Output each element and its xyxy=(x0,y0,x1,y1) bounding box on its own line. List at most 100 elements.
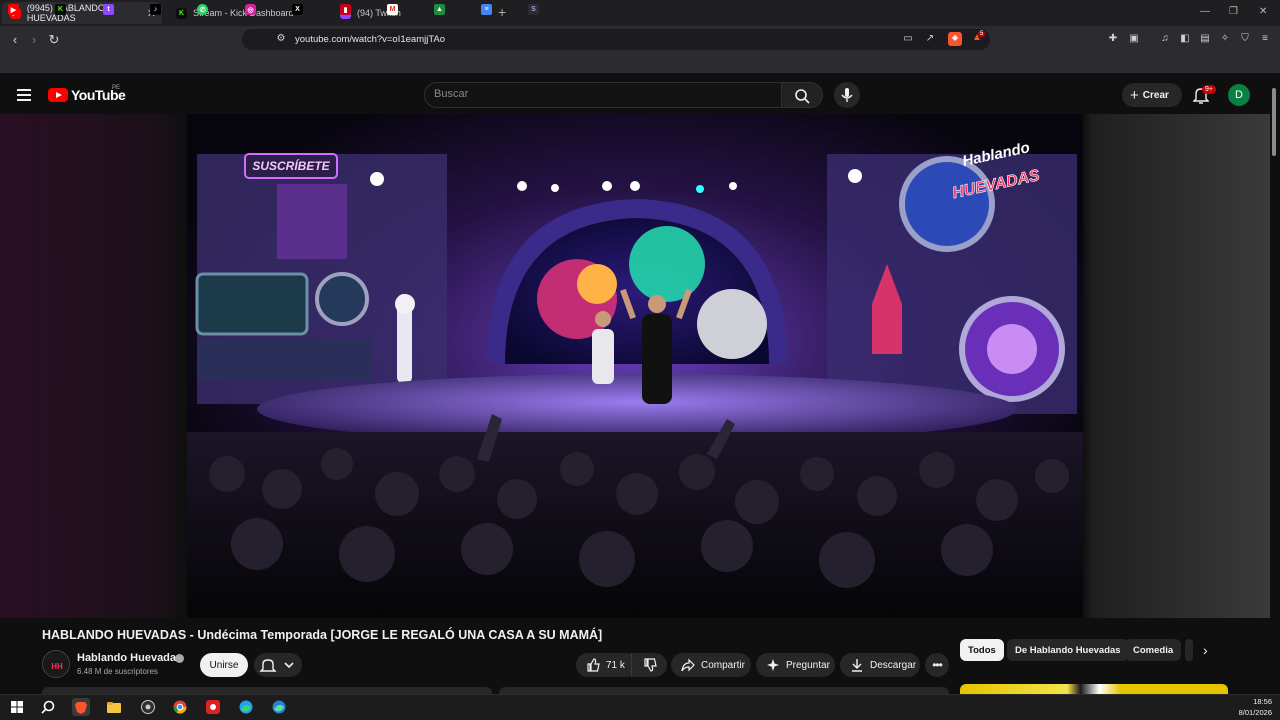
reload-icon[interactable]: ↻ xyxy=(47,33,61,47)
ask-label: Preguntar xyxy=(786,659,830,671)
red-app-icon[interactable]: ▮ xyxy=(340,4,351,15)
sidebar-icon[interactable]: ◧ xyxy=(1179,33,1191,45)
leo-ai-icon[interactable]: ✧ xyxy=(1219,33,1231,45)
gmail-icon[interactable]: M xyxy=(387,4,398,15)
svg-text:HH: HH xyxy=(51,662,63,671)
file-explorer-icon[interactable] xyxy=(105,698,123,716)
share-label: Compartir xyxy=(701,659,745,671)
plus-icon: + xyxy=(1130,86,1139,104)
drive-icon[interactable]: ▲ xyxy=(434,4,445,15)
youtube-icon[interactable]: ▶ xyxy=(8,4,19,15)
tab-title: (9945) HABLANDO HUEVADAS xyxy=(26,3,105,23)
verified-icon xyxy=(175,654,184,663)
like-count: 71 k xyxy=(606,659,625,671)
search-input[interactable] xyxy=(424,82,782,108)
youtube-play-icon xyxy=(48,88,68,102)
clock-time: 18:56 xyxy=(1253,697,1272,706)
search-icon xyxy=(795,89,810,104)
menu-icon[interactable]: ≡ xyxy=(1259,33,1271,45)
ask-button[interactable]: Preguntar xyxy=(756,653,835,677)
chrome-icon[interactable] xyxy=(171,698,189,716)
site-info-icon[interactable]: ⚙ xyxy=(275,33,287,45)
media-icon[interactable]: ♫ xyxy=(1159,33,1171,45)
window-close-icon[interactable]: ✕ xyxy=(1259,6,1267,17)
subscription-notifications-button[interactable] xyxy=(254,653,302,677)
brave-taskbar-icon[interactable] xyxy=(72,698,90,716)
bookmarks-bar xyxy=(0,54,1280,74)
wallet-icon[interactable]: ▤ xyxy=(1199,33,1211,45)
system-clock[interactable]: 18:56 8/01/2026 xyxy=(1238,696,1272,718)
channel-avatar[interactable]: HH xyxy=(42,650,70,678)
s-app-icon[interactable]: S xyxy=(528,4,539,15)
taskbar-search-icon[interactable] xyxy=(39,698,57,716)
create-button[interactable]: + Crear xyxy=(1122,83,1182,107)
red-app-taskbar-icon[interactable] xyxy=(204,698,222,716)
dislike-button[interactable] xyxy=(631,653,667,677)
chip-comedy[interactable]: Comedia xyxy=(1125,639,1182,661)
twitch-icon[interactable]: t xyxy=(103,4,114,15)
subscriber-count: 6.48 M de suscriptores xyxy=(77,667,158,676)
tab-twitch[interactable]: t (94) Twitch xyxy=(332,2,492,24)
stage-scene-image: SUSCRÍBETE Hablando HUEVADAS xyxy=(187,114,1083,618)
channel-logo-icon: HH xyxy=(43,651,69,677)
bell-icon xyxy=(259,659,294,672)
tab-title: Stream - Kick Dashboard xyxy=(193,8,294,18)
search-button[interactable] xyxy=(781,82,823,108)
download-icon xyxy=(852,659,862,672)
create-label: Crear xyxy=(1142,89,1169,101)
channel-name[interactable]: Hablando Huevadas xyxy=(77,652,182,664)
edge-icon[interactable] xyxy=(237,698,255,716)
account-avatar[interactable]: D xyxy=(1228,84,1250,106)
windows-taskbar xyxy=(0,694,1280,720)
video-title: HABLANDO HUEVADAS - Undécima Temporada [… xyxy=(42,628,603,642)
windows-start-icon[interactable] xyxy=(8,698,26,716)
more-icon: ••• xyxy=(932,658,943,672)
minimize-icon[interactable]: — xyxy=(1200,6,1210,17)
cast-icon[interactable]: ▭ xyxy=(902,33,914,45)
chip-all[interactable]: Todos xyxy=(960,639,1004,661)
page-scrollbar[interactable] xyxy=(1272,88,1276,156)
tiktok-icon[interactable]: ♪ xyxy=(150,4,161,15)
more-actions-button[interactable]: ••• xyxy=(925,653,949,677)
chevron-right-icon[interactable]: › xyxy=(1203,642,1208,658)
kick-icon: K xyxy=(176,7,187,19)
new-tab-icon[interactable]: + xyxy=(498,4,506,20)
join-button[interactable]: Unirse xyxy=(200,653,248,677)
share-arrow-icon xyxy=(681,658,695,672)
url-text: youtube.com/watch?v=oI1eamjjTAo xyxy=(295,34,446,45)
vpn-icon[interactable]: ⛉ xyxy=(1239,33,1251,45)
share-button[interactable]: Compartir xyxy=(671,653,751,677)
x-icon[interactable]: X xyxy=(292,4,303,15)
share-icon[interactable]: ↗ xyxy=(924,33,936,45)
thumbs-down-icon xyxy=(644,658,657,672)
download-button[interactable]: Descargar xyxy=(840,653,920,677)
back-icon[interactable]: ‹ xyxy=(8,33,22,47)
forward-icon[interactable]: › xyxy=(27,33,41,47)
video-frame[interactable]: SUSCRÍBETE Hablando HUEVADAS xyxy=(187,114,1083,618)
chip-partial[interactable] xyxy=(1185,639,1193,661)
edge-beta-icon[interactable] xyxy=(270,698,288,716)
voice-search-button[interactable] xyxy=(834,82,860,108)
sparkle-icon xyxy=(767,659,779,671)
like-button[interactable]: 71 k xyxy=(576,653,638,677)
clock-date: 8/01/2026 xyxy=(1238,708,1272,717)
chip-from-channel[interactable]: De Hablando Huevadas xyxy=(1007,639,1129,661)
thumbs-up-icon xyxy=(587,658,600,672)
instagram-icon[interactable]: ◎ xyxy=(245,4,256,15)
subscribe-overlay-text: SUSCRÍBETE xyxy=(252,158,330,173)
whatsapp-icon[interactable]: ✆ xyxy=(197,4,208,15)
kick-icon[interactable]: K xyxy=(55,4,66,15)
brave-shields-icon[interactable]: ◆ xyxy=(948,32,962,46)
search-placeholder: Buscar xyxy=(434,88,469,100)
restore-icon[interactable]: ❐ xyxy=(1229,6,1238,17)
microphone-icon xyxy=(841,88,853,102)
download-label: Descargar xyxy=(870,659,917,671)
obs-icon[interactable] xyxy=(139,698,157,716)
screenshot-icon[interactable]: ▣ xyxy=(1128,33,1140,45)
tab-youtube[interactable]: ▶ (9945) HABLANDO HUEVADAS ✕ xyxy=(2,2,162,24)
extensions-icon[interactable]: ✚ xyxy=(1107,33,1119,45)
notification-badge: 9+ xyxy=(1202,85,1216,94)
docs-icon[interactable]: ≡ xyxy=(481,4,492,15)
guide-menu-icon[interactable] xyxy=(17,89,31,104)
country-code: PE xyxy=(112,85,121,91)
